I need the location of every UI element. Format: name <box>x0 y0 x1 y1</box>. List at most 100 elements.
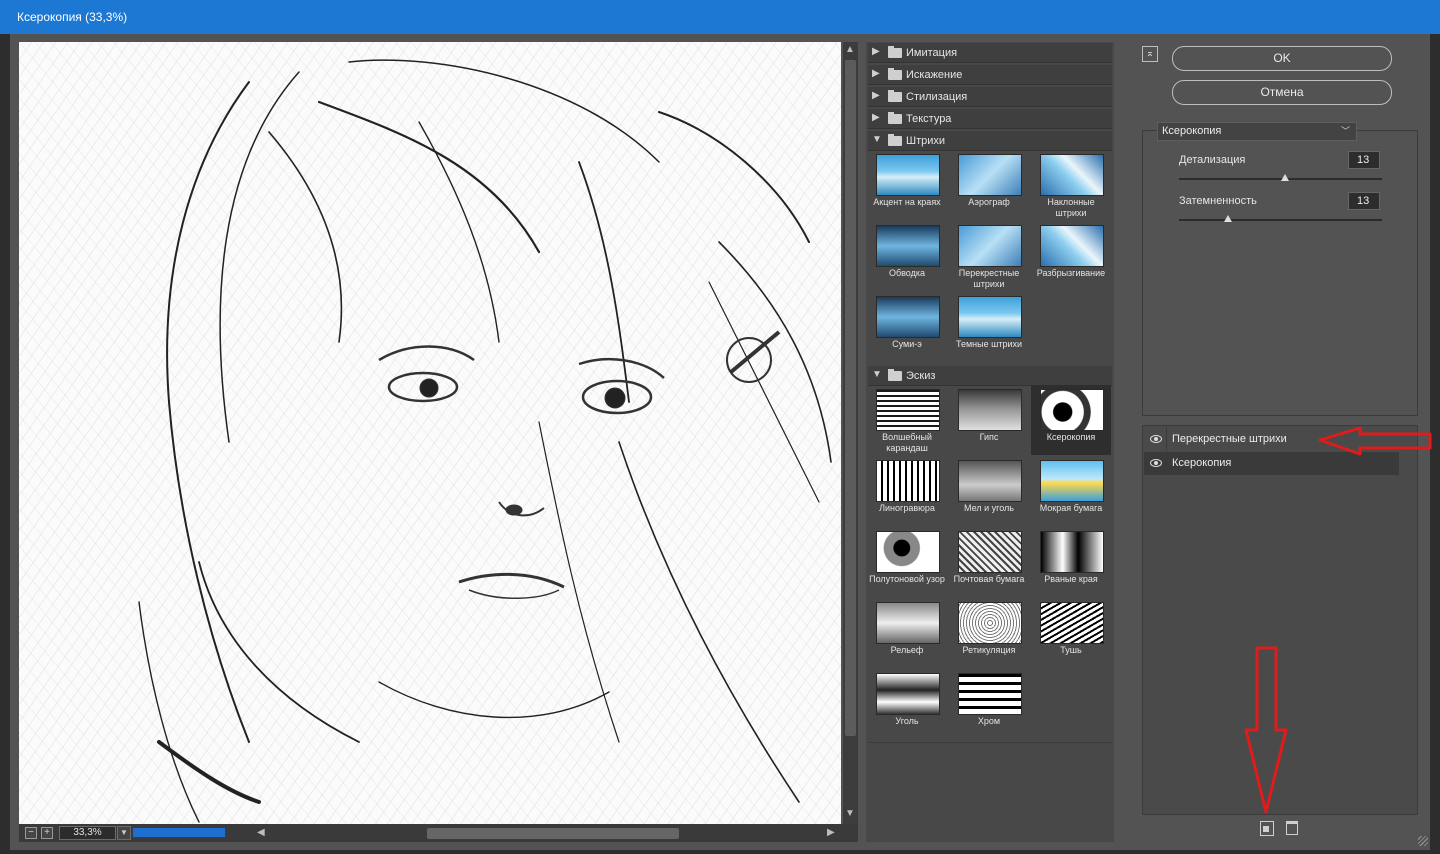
filter-preview-thumbnail <box>1040 460 1104 502</box>
expand-triangle-icon[interactable]: ▶ <box>872 112 880 123</box>
filter-thumb-graphic-pen[interactable]: Волшебный карандаш <box>867 385 947 455</box>
filter-thumb-spatter[interactable]: Разбрызгивание <box>1031 221 1111 291</box>
layer-label: Перекрестные штрихи <box>1172 433 1287 445</box>
gallery-divider <box>868 742 1112 743</box>
expand-triangle-icon[interactable]: ▶ <box>872 90 880 101</box>
filter-thumb-torn-edges[interactable]: Рваные края <box>1031 527 1111 597</box>
filter-label: Наклонные штрихи <box>1047 197 1095 218</box>
filter-label: Мокрая бумага <box>1039 503 1103 513</box>
filter-thumb-bas-relief[interactable]: Рельеф <box>867 598 947 668</box>
scroll-down-icon[interactable]: ▼ <box>845 808 855 820</box>
ok-button[interactable]: OK <box>1172 46 1392 71</box>
scroll-up-icon[interactable]: ▲ <box>845 44 855 56</box>
darkness-slider[interactable] <box>1179 219 1382 221</box>
effect-layer-photocopy[interactable]: Ксерокопия <box>1144 452 1399 475</box>
eye-icon[interactable] <box>1150 435 1162 443</box>
filter-label: Полутоновой узор <box>869 574 945 584</box>
vertical-scroll-thumb[interactable] <box>845 60 856 736</box>
divider <box>1166 428 1167 451</box>
expand-triangle-icon[interactable]: ▶ <box>872 68 880 79</box>
expand-triangle-icon[interactable]: ▶ <box>872 46 880 57</box>
darkness-slider-thumb[interactable] <box>1223 215 1232 222</box>
preview-status-bar: − + 33,3% ▼ ◀ ▶ <box>19 824 858 842</box>
filter-preview-thumbnail <box>958 531 1022 573</box>
new-effect-layer-icon[interactable] <box>1260 821 1274 836</box>
filter-preview-thumbnail <box>876 673 940 715</box>
category-label: Штрихи <box>906 135 946 147</box>
filter-preview-thumbnail <box>958 389 1022 431</box>
scroll-right-icon[interactable]: ▶ <box>827 827 835 839</box>
filter-settings-panel <box>1142 130 1418 416</box>
filter-preview-thumbnail <box>876 531 940 573</box>
zoom-in-button[interactable]: + <box>41 827 53 839</box>
filter-label: Темные штрихи <box>955 339 1023 349</box>
category-texture[interactable]: ▶ Текстура <box>868 109 1112 129</box>
horizontal-scroll-thumb[interactable] <box>427 828 679 839</box>
folder-icon <box>888 112 902 124</box>
zoom-dropdown-icon[interactable]: ▼ <box>117 826 131 840</box>
filter-preview-thumbnail <box>1040 602 1104 644</box>
filter-thumb-halftone-pattern[interactable]: Полутоновой узор <box>867 527 947 597</box>
trash-icon[interactable] <box>1286 821 1298 835</box>
filter-thumb-chrome[interactable]: Хром <box>949 669 1029 739</box>
category-distort[interactable]: ▶ Искажение <box>868 65 1112 85</box>
filter-thumb-ink-outlines[interactable]: Обводка <box>867 221 947 291</box>
filter-thumb-ink[interactable]: Тушь <box>1031 598 1111 668</box>
collapse-gallery-icon[interactable]: ⌅ <box>1142 46 1158 62</box>
filter-thumb-chalk-charcoal[interactable]: Мел и уголь <box>949 456 1029 526</box>
filter-thumb-stamp[interactable]: Линогравюра <box>867 456 947 526</box>
category-imitation[interactable]: ▶ Имитация <box>868 43 1112 63</box>
filter-thumb-sumi-e[interactable]: Суми-э <box>867 292 947 362</box>
resize-grip-icon[interactable] <box>1418 836 1428 846</box>
scroll-left-icon[interactable]: ◀ <box>257 827 265 839</box>
filter-thumb-dark-strokes[interactable]: Темные штрихи <box>949 292 1029 362</box>
divider <box>1166 452 1167 475</box>
zoom-level-field[interactable]: 33,3% <box>59 826 116 840</box>
filter-thumb-plaster[interactable]: Гипс <box>949 385 1029 455</box>
filter-label: Ксерокопия <box>1046 432 1096 442</box>
filter-preview-thumbnail <box>958 673 1022 715</box>
effect-layers-panel <box>1142 425 1418 815</box>
eye-icon[interactable] <box>1150 459 1162 467</box>
filter-label: Перекрестные штрихи <box>958 268 1020 289</box>
filter-label: Гипс <box>979 432 999 442</box>
folder-icon <box>888 369 902 381</box>
filter-thumb-angled-strokes[interactable]: Наклонные штрихи <box>1031 150 1111 220</box>
preview-vertical-scrollbar[interactable]: ▲ ▼ <box>843 42 858 824</box>
filter-thumb-note-paper[interactable]: Почтовая бумага <box>949 527 1029 597</box>
detail-value-field[interactable]: 13 <box>1348 151 1380 169</box>
filter-label: Ретикуляция <box>962 645 1016 655</box>
filter-label: Мел и уголь <box>964 503 1014 513</box>
filter-preview-thumbnail <box>958 296 1022 338</box>
filter-label: Тушь <box>1060 645 1082 655</box>
category-sketch[interactable]: ▼ Эскиз <box>868 366 1112 386</box>
folder-icon <box>888 68 902 80</box>
filter-label: Суми-э <box>892 339 922 349</box>
filter-thumb-water-paper[interactable]: Мокрая бумага <box>1031 456 1111 526</box>
filter-thumb-crosshatch[interactable]: Перекрестные штрихи <box>949 221 1029 291</box>
category-strokes[interactable]: ▼ Штрихи <box>868 131 1112 151</box>
zoom-out-button[interactable]: − <box>25 827 37 839</box>
effect-layer-crosshatch[interactable]: Перекрестные штрихи <box>1144 428 1399 451</box>
folder-icon <box>888 90 902 102</box>
filter-thumb-photocopy-selected[interactable]: Ксерокопия <box>1031 385 1111 455</box>
preview-horizontal-scrollbar[interactable]: ◀ ▶ <box>257 826 841 840</box>
preview-canvas[interactable] <box>19 42 841 824</box>
darkness-value-field[interactable]: 13 <box>1348 192 1380 210</box>
filter-label: Обводка <box>888 268 926 278</box>
detail-slider-thumb[interactable] <box>1280 174 1289 181</box>
filter-thumb-reticulation[interactable]: Ретикуляция <box>949 598 1029 668</box>
filter-label: Рельеф <box>890 645 924 655</box>
category-stylize[interactable]: ▶ Стилизация <box>868 87 1112 107</box>
filter-label: Линогравюра <box>879 503 935 513</box>
collapse-triangle-icon[interactable]: ▼ <box>872 134 882 145</box>
filter-thumb-accented-edges[interactable]: Акцент на краях <box>867 150 947 220</box>
filter-thumb-airbrush[interactable]: Аэрограф <box>949 150 1029 220</box>
filter-preview-thumbnail <box>1040 389 1104 431</box>
filter-label: Рваные края <box>1044 574 1098 584</box>
collapse-triangle-icon[interactable]: ▼ <box>872 369 882 380</box>
filter-thumb-charcoal[interactable]: Уголь <box>867 669 947 739</box>
filter-select[interactable]: Ксерокопия ﹀ <box>1157 122 1357 141</box>
category-label: Искажение <box>906 69 963 81</box>
cancel-button[interactable]: Отмена <box>1172 80 1392 105</box>
